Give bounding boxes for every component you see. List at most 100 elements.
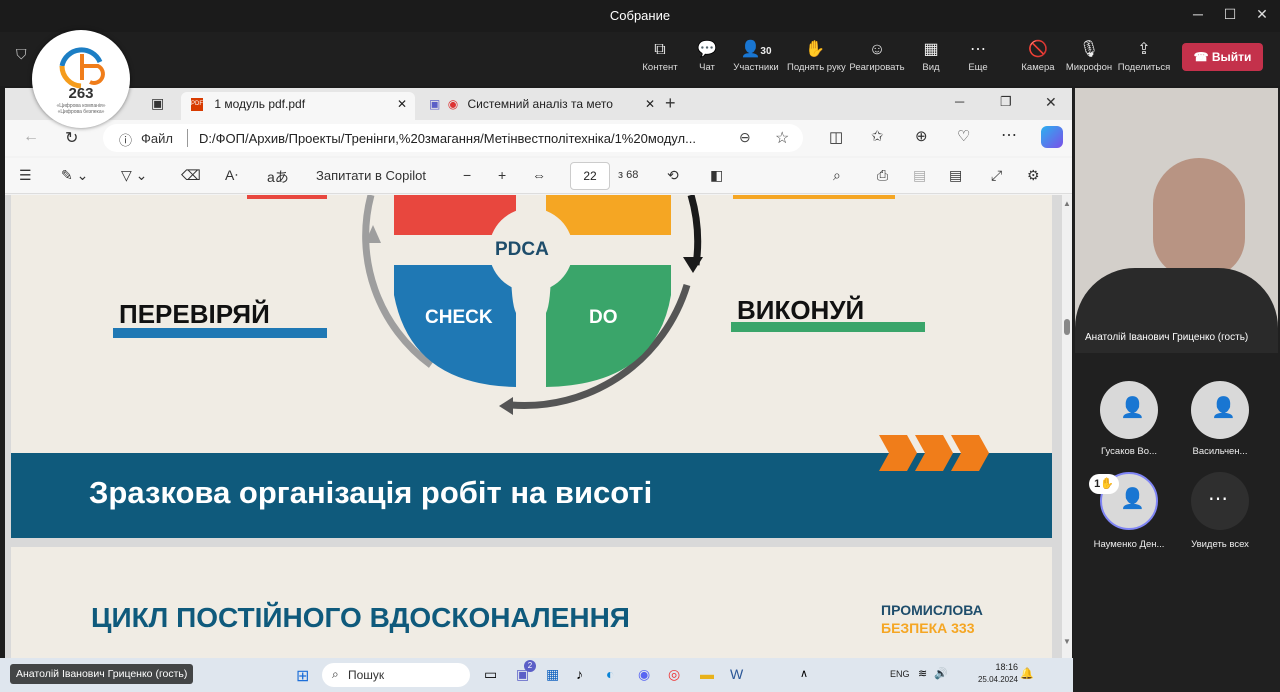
- clock-date[interactable]: 25.04.2024: [972, 675, 1018, 684]
- camera-button[interactable]: 🚫 Камера: [1010, 40, 1066, 73]
- person-icon: 👤: [1120, 397, 1145, 419]
- smile-icon: ☺: [868, 41, 886, 58]
- chevrons-icon: [879, 435, 989, 471]
- print-icon[interactable]: ⎙: [877, 167, 888, 184]
- pdf-viewer[interactable]: PDCA CHECK DO ПЕРЕВІРЯЙ ВИКОНУЙ Зразкова…: [5, 195, 1062, 658]
- speaker-face: [1153, 158, 1245, 278]
- edge-icon[interactable]: ◐: [606, 666, 614, 682]
- bell-icon[interactable]: 🔔: [1020, 667, 1034, 680]
- folder-icon[interactable]: ▬: [700, 666, 714, 682]
- new-tab-icon[interactable]: +: [665, 93, 676, 114]
- leave-button[interactable]: ☎ Выйти: [1182, 43, 1263, 71]
- participant-name: Науменко Ден...: [1093, 539, 1165, 550]
- mic-button[interactable]: 🎙 Микрофон: [1061, 40, 1117, 73]
- chrome-icon[interactable]: ◎: [668, 666, 680, 683]
- maximize-icon[interactable]: ☐: [1220, 6, 1240, 23]
- tab-teams[interactable]: ▣ ◉ Системний аналіз та мето ✕: [425, 92, 655, 120]
- clock-time[interactable]: 18:16: [988, 662, 1018, 672]
- restore-icon[interactable]: ❐: [1000, 94, 1012, 110]
- close-icon[interactable]: ✕: [1252, 6, 1272, 23]
- tray-chevron-icon[interactable]: ∧: [800, 667, 808, 680]
- health-icon[interactable]: ♡: [957, 127, 970, 145]
- info-icon: ⓘ: [119, 133, 133, 148]
- collections-icon[interactable]: ⊕: [915, 127, 928, 145]
- logo-subtitle: «Цифрова компанія» «Цифрова безпека»: [56, 103, 106, 115]
- scroll-down-icon[interactable]: ▼: [1063, 637, 1071, 646]
- mic-off-icon: 🎙: [1078, 41, 1100, 58]
- copilot-icon[interactable]: [1041, 126, 1063, 148]
- address-field[interactable]: ⓘ Файл D:/ФОП/Архив/Проекты/Тренінги,%20…: [103, 124, 803, 152]
- raise-hand-button[interactable]: ✋ Поднять руку: [787, 40, 846, 73]
- settings-icon[interactable]: ⚙: [1027, 167, 1040, 184]
- volume-icon[interactable]: 🔊: [934, 667, 948, 680]
- translate-icon[interactable]: aあ: [267, 167, 289, 187]
- scroll-thumb[interactable]: [1064, 319, 1070, 335]
- star-icon[interactable]: ☆: [775, 128, 789, 148]
- minimize-icon[interactable]: ─: [955, 94, 964, 109]
- read-aloud-icon[interactable]: Aᐧ: [225, 167, 238, 184]
- raised-hand-badge: 1✋: [1089, 474, 1119, 494]
- slide-pdca: PDCA CHECK DO ПЕРЕВІРЯЙ ВИКОНУЙ Зразкова…: [11, 195, 1052, 538]
- zoom-icon[interactable]: ⊖: [739, 129, 751, 146]
- pdca-label: PDCA: [495, 239, 549, 260]
- pdf-icon: PDF: [191, 98, 203, 112]
- react-button[interactable]: ☺ Реагировать: [849, 40, 905, 73]
- zoom-out-icon[interactable]: −: [463, 167, 471, 183]
- draw-icon[interactable]: ▽ ⌄: [121, 167, 147, 184]
- person-icon: 👤: [1120, 488, 1145, 510]
- highlight-icon[interactable]: ✎ ⌄: [61, 167, 88, 184]
- see-all-button[interactable]: ⋯: [1191, 472, 1249, 530]
- settings-more-icon[interactable]: ⋯: [1001, 125, 1017, 145]
- rotate-icon[interactable]: ⟲: [667, 167, 679, 184]
- save-as-icon[interactable]: ▤: [949, 167, 962, 184]
- wifi-icon[interactable]: ≋: [918, 667, 927, 680]
- close-icon[interactable]: ✕: [1045, 94, 1057, 111]
- split-screen-icon[interactable]: ◫: [829, 128, 843, 146]
- upload-icon: ⇪: [1137, 41, 1151, 58]
- brand-top: ПРОМИСЛОВА: [881, 602, 983, 618]
- back-icon[interactable]: ←: [23, 128, 39, 146]
- tab-actions-icon[interactable]: ▣: [151, 95, 164, 112]
- avatar[interactable]: 👤: [1100, 381, 1158, 439]
- more-button[interactable]: ⋯ Еще: [950, 40, 1006, 73]
- page-view-icon[interactable]: ◧: [710, 167, 723, 184]
- participants-button[interactable]: 👤30 Участники: [728, 40, 784, 73]
- save-icon: ▤: [913, 167, 927, 183]
- discord-icon[interactable]: ◉: [638, 666, 650, 683]
- ask-copilot-button[interactable]: Запитати в Copilot: [316, 168, 426, 183]
- search-icon[interactable]: ⌕: [833, 167, 841, 184]
- page-total: з 68: [618, 169, 639, 181]
- tab-pdf[interactable]: PDF 1 модуль pdf.pdf ✕: [181, 92, 415, 120]
- erase-icon[interactable]: ⌫: [181, 167, 201, 184]
- scroll-up-icon[interactable]: ▲: [1063, 199, 1071, 208]
- chat-button[interactable]: 💬 Чат: [679, 40, 735, 73]
- minimize-icon[interactable]: ─: [1188, 6, 1208, 22]
- do-label: DO: [589, 307, 618, 328]
- contents-icon[interactable]: ☰: [19, 167, 32, 184]
- tiktok-icon[interactable]: ♪: [576, 666, 583, 682]
- taskbar-search[interactable]: ⌕ Пошук: [322, 663, 470, 687]
- refresh-icon[interactable]: ↻: [65, 128, 78, 148]
- calculator-icon[interactable]: ▦: [546, 666, 559, 683]
- title-bar: Собрание ─ ☐ ✕: [0, 0, 1280, 32]
- task-view-icon[interactable]: ▭: [484, 666, 497, 683]
- check-label: CHECK: [425, 307, 493, 328]
- do-side-label: ВИКОНУЙ: [737, 295, 865, 325]
- window-title: Собрание: [609, 8, 671, 23]
- vertical-scrollbar[interactable]: ▲ ▼: [1062, 195, 1072, 658]
- close-tab-icon[interactable]: ✕: [397, 92, 407, 116]
- favorites-icon[interactable]: ✩: [871, 127, 884, 145]
- zoom-in-icon[interactable]: +: [498, 167, 506, 183]
- share-button[interactable]: ⇪ Поделиться: [1116, 40, 1172, 73]
- language-indicator[interactable]: ENG: [890, 669, 910, 679]
- speaker-video[interactable]: Анатолій Іванович Гриценко (гость): [1075, 88, 1278, 353]
- people-icon: 👤30: [740, 41, 772, 58]
- fullscreen-icon[interactable]: ⤢: [991, 167, 1002, 184]
- start-icon[interactable]: ⊞: [296, 666, 309, 686]
- word-icon[interactable]: W: [730, 666, 743, 682]
- fit-width-icon[interactable]: ⇔: [532, 167, 546, 183]
- close-tab-icon[interactable]: ✕: [645, 92, 655, 116]
- check-side-label: ПЕРЕВІРЯЙ: [119, 299, 270, 329]
- page-number-input[interactable]: 22: [570, 162, 610, 190]
- avatar[interactable]: 👤: [1191, 381, 1249, 439]
